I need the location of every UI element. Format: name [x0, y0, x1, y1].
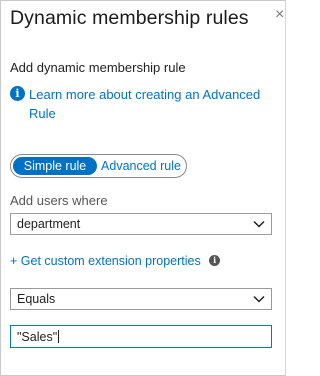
text-caret: [58, 330, 60, 343]
add-users-where-label: Add users where: [10, 193, 108, 208]
chevron-down-icon: [253, 220, 265, 228]
info-icon: i: [209, 255, 221, 267]
advanced-rule-option[interactable]: Advanced rule: [99, 157, 183, 175]
operator-select[interactable]: Equals: [10, 288, 272, 310]
close-icon[interactable]: ×: [275, 7, 284, 23]
property-select[interactable]: department: [10, 213, 272, 235]
rule-mode-toggle: Simple rule Advanced rule: [10, 154, 187, 178]
custom-properties-link[interactable]: + Get custom extension properties: [10, 254, 201, 268]
value-input-content: "Sales": [17, 330, 58, 344]
value-input-text: "Sales": [17, 330, 60, 344]
panel-title: Dynamic membership rules: [10, 7, 249, 29]
custom-properties-row: + Get custom extension properties i: [10, 252, 221, 270]
simple-rule-option[interactable]: Simple rule: [13, 157, 97, 175]
property-select-value: department: [17, 217, 81, 231]
chevron-down-icon: [253, 295, 265, 303]
operator-select-value: Equals: [17, 292, 56, 306]
info-icon: i: [10, 86, 25, 101]
learn-more-link[interactable]: Learn more about creating an Advanced Ru…: [29, 85, 279, 123]
value-input[interactable]: "Sales": [10, 325, 272, 348]
rule-section-heading: Add dynamic membership rule: [10, 60, 186, 75]
membership-rules-panel: Dynamic membership rules × Add dynamic m…: [0, 0, 286, 376]
